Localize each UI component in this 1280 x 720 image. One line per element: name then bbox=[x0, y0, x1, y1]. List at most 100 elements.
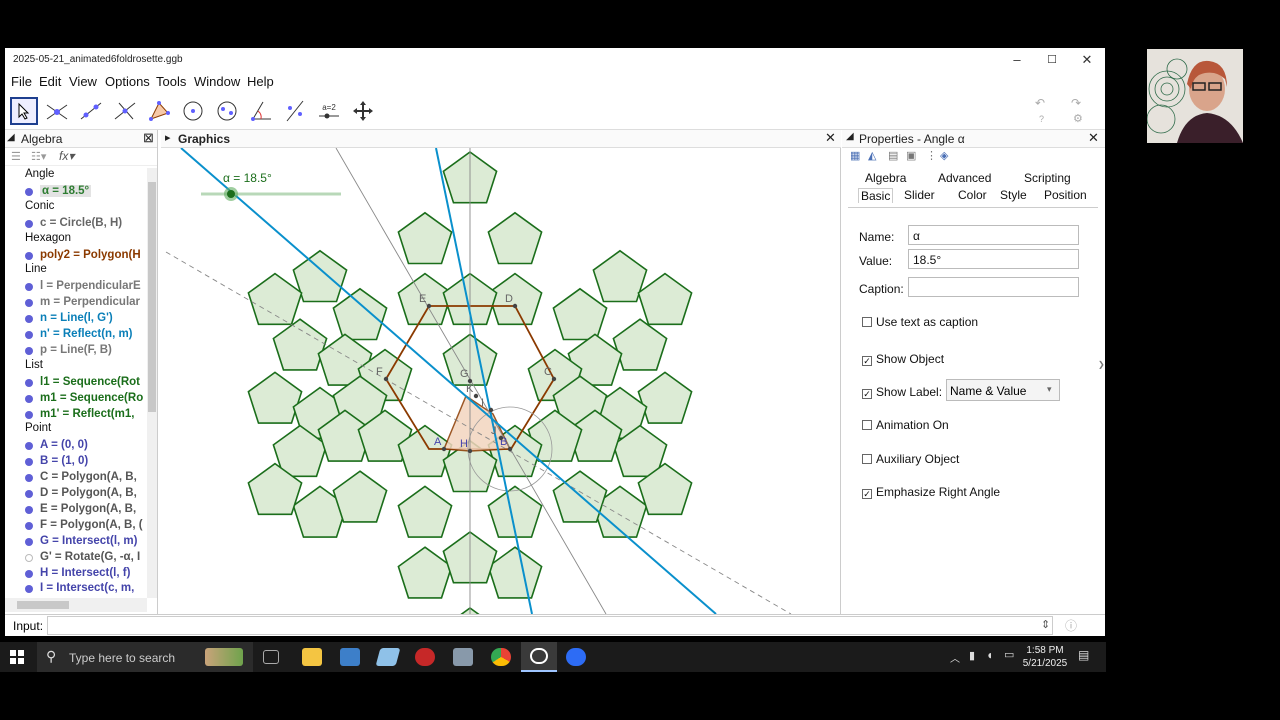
sort-icon[interactable]: ☷▾ bbox=[31, 150, 46, 163]
algebra-item[interactable]: D = Polygon(A, B, bbox=[5, 486, 145, 502]
graphics-view-icon[interactable]: ▣ bbox=[906, 149, 916, 162]
task-view-icon[interactable] bbox=[263, 650, 279, 664]
circle-tool-button[interactable] bbox=[179, 97, 207, 125]
conic-tool-button[interactable] bbox=[213, 97, 241, 125]
input-field[interactable] bbox=[47, 616, 1053, 635]
visibility-toggle-icon[interactable] bbox=[25, 283, 33, 292]
algebra-item[interactable]: n = Line(l, G') bbox=[5, 311, 145, 327]
collapse-arrow-icon[interactable]: ◢ bbox=[7, 132, 15, 143]
visibility-toggle-icon[interactable] bbox=[25, 569, 33, 578]
algebra-item[interactable]: poly2 = Polygon(H bbox=[5, 248, 145, 264]
properties-close-icon[interactable]: ✕ bbox=[1088, 130, 1099, 146]
algebra-category[interactable]: Angle bbox=[5, 168, 145, 184]
help-icon[interactable]: ? bbox=[1039, 114, 1044, 124]
visibility-toggle-icon[interactable] bbox=[25, 331, 33, 339]
show-label-checkbox[interactable]: ✓ Show Label: bbox=[862, 385, 942, 399]
value-field[interactable]: 18.5° bbox=[908, 249, 1079, 269]
basic-object-icon[interactable]: ▦ bbox=[850, 149, 860, 162]
move-tool-button[interactable] bbox=[10, 97, 38, 125]
layers-icon[interactable]: ◈ bbox=[940, 149, 948, 162]
graphics-view[interactable]: ▸ Graphics ✕ ABCDEFGHIJKα = 18.5° bbox=[161, 130, 841, 614]
visibility-toggle-icon[interactable] bbox=[25, 251, 33, 260]
angle-tool-button[interactable] bbox=[247, 97, 275, 125]
formula-icon[interactable]: fx▾ bbox=[59, 149, 74, 163]
visibility-toggle-icon[interactable] bbox=[25, 553, 33, 562]
clock-time[interactable]: 1:58 PM bbox=[1024, 645, 1066, 656]
tab-position[interactable]: Position bbox=[1044, 188, 1087, 202]
algebra-category[interactable]: Line bbox=[5, 263, 145, 279]
tab-basic[interactable]: Basic bbox=[858, 188, 894, 203]
visibility-toggle-icon[interactable] bbox=[25, 505, 33, 514]
algebra-item[interactable]: B = (1, 0) bbox=[5, 454, 145, 470]
close-button[interactable]: ✕ bbox=[1070, 50, 1104, 70]
menu-tools[interactable]: Tools bbox=[156, 74, 186, 89]
perpendicular-tool-button[interactable] bbox=[111, 97, 139, 125]
reflect-tool-button[interactable] bbox=[281, 97, 309, 125]
algebra-item[interactable]: l1 = Sequence(Rot bbox=[5, 375, 145, 391]
graphics-close-icon[interactable]: ✕ bbox=[825, 130, 836, 146]
algebra-item[interactable]: n' = Reflect(n, m) bbox=[5, 327, 145, 343]
polygon-tool-button[interactable] bbox=[145, 97, 173, 125]
visibility-toggle-icon[interactable] bbox=[25, 458, 33, 467]
algebra-close-icon[interactable]: ⊠ bbox=[143, 130, 154, 146]
menu-file[interactable]: File bbox=[11, 74, 32, 89]
algebra-item[interactable]: C = Polygon(A, B, bbox=[5, 470, 145, 486]
algebra-item[interactable]: I = Intersect(c, m, bbox=[5, 581, 145, 597]
gear-icon[interactable]: ⚙ bbox=[1073, 112, 1083, 125]
undo-button[interactable]: ↶ bbox=[1035, 96, 1045, 110]
tab-scripting[interactable]: Scripting bbox=[1024, 171, 1071, 185]
more-icon[interactable]: ⋮ bbox=[926, 149, 937, 162]
tab-slider[interactable]: Slider bbox=[904, 188, 935, 202]
chrome-icon[interactable] bbox=[491, 648, 511, 666]
menu-edit[interactable]: Edit bbox=[39, 74, 61, 89]
network-icon[interactable]: ▭ bbox=[1004, 648, 1014, 661]
tab-style[interactable]: Style bbox=[1000, 188, 1027, 202]
geometry-canvas[interactable]: A BCDEF GHIJKα = 18.5° bbox=[161, 148, 841, 614]
expand-arrow-icon[interactable]: ▸ bbox=[165, 131, 171, 144]
algebra-item[interactable]: F = Polygon(A, B, ( bbox=[5, 518, 145, 534]
algebra-item[interactable]: m1 = Sequence(Ro bbox=[5, 391, 145, 407]
slider-tool-button[interactable]: a=2 bbox=[315, 97, 343, 125]
algebra-item[interactable]: p = Line(F, B) bbox=[5, 343, 145, 359]
algebra-item[interactable]: c = Circle(B, H) bbox=[5, 216, 145, 232]
redo-button[interactable]: ↷ bbox=[1071, 96, 1081, 110]
menu-help[interactable]: Help bbox=[247, 74, 274, 89]
list-view-icon[interactable]: ☰ bbox=[11, 150, 21, 163]
camera-icon[interactable] bbox=[453, 648, 473, 666]
visibility-toggle-icon[interactable] bbox=[25, 378, 33, 387]
visibility-toggle-icon[interactable] bbox=[25, 490, 33, 498]
visibility-toggle-icon[interactable] bbox=[25, 346, 33, 355]
minimize-button[interactable]: – bbox=[1000, 50, 1034, 70]
collapse-arrow-icon[interactable]: ◢ bbox=[846, 131, 854, 142]
visibility-toggle-icon[interactable] bbox=[25, 474, 33, 483]
menu-window[interactable]: Window bbox=[194, 74, 240, 89]
algebra-vertical-scrollbar[interactable] bbox=[147, 168, 157, 598]
algebra-item[interactable]: m1' = Reflect(m1, bbox=[5, 407, 145, 423]
menu-view[interactable]: View bbox=[69, 74, 97, 89]
algebra-item[interactable]: G' = Rotate(G, -α, I bbox=[5, 550, 145, 566]
emphasize-right-angle-checkbox[interactable]: ✓ Emphasize Right Angle bbox=[862, 485, 1000, 499]
input-history-icon[interactable]: ⇕ bbox=[1041, 618, 1050, 631]
panel-splitter-icon[interactable]: ❯ bbox=[1098, 360, 1105, 369]
volume-icon[interactable]: ◖ bbox=[986, 648, 993, 662]
notification-icon[interactable]: ▤ bbox=[1078, 648, 1089, 662]
algebra-view-icon[interactable]: ▤ bbox=[888, 149, 898, 162]
input-help-icon[interactable]: ⓘ bbox=[1065, 617, 1077, 634]
algebra-item[interactable]: H = Intersect(l, f) bbox=[5, 566, 145, 582]
taskbar-search-box[interactable]: ⚲ Type here to search bbox=[37, 642, 253, 672]
visibility-toggle-icon[interactable] bbox=[25, 442, 33, 451]
show-object-checkbox[interactable]: ✓ Show Object bbox=[862, 352, 944, 366]
caption-field[interactable] bbox=[908, 277, 1079, 297]
tab-algebra[interactable]: Algebra bbox=[865, 171, 906, 185]
visibility-toggle-icon[interactable] bbox=[25, 537, 33, 546]
auxiliary-object-checkbox[interactable]: Auxiliary Object bbox=[862, 452, 959, 466]
algebra-category[interactable]: Hexagon bbox=[5, 232, 145, 248]
line-tool-button[interactable] bbox=[77, 97, 105, 125]
paint-icon[interactable] bbox=[415, 648, 435, 666]
use-text-as-caption-checkbox[interactable]: Use text as caption bbox=[862, 315, 978, 329]
visibility-toggle-icon[interactable] bbox=[25, 187, 33, 196]
zoom-icon[interactable] bbox=[566, 648, 586, 666]
geometry-objects-icon[interactable]: ◭ bbox=[868, 149, 876, 162]
tab-advanced[interactable]: Advanced bbox=[938, 171, 991, 185]
visibility-toggle-icon[interactable] bbox=[25, 410, 33, 419]
